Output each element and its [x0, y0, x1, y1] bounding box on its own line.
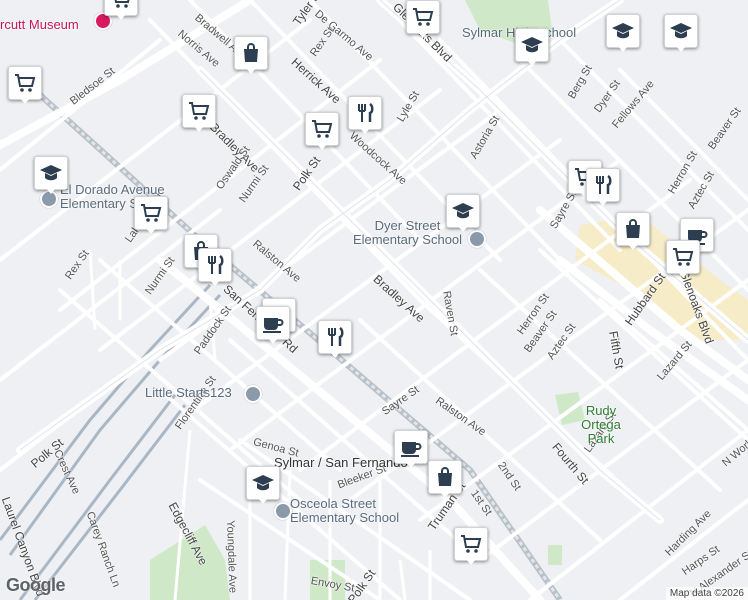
restaurant-marker[interactable]	[198, 248, 232, 288]
graduation-cap-icon	[670, 23, 692, 39]
shopping-cart-icon	[189, 102, 210, 120]
shopping-cart-marker[interactable]	[104, 0, 138, 22]
fork-knife-icon	[208, 254, 224, 274]
cafe-marker[interactable]	[256, 306, 290, 346]
restaurant-marker[interactable]	[348, 96, 382, 136]
shopping-bag-icon	[626, 219, 640, 238]
graduation-cap-icon	[40, 165, 62, 181]
little-starts-pin[interactable]	[244, 385, 262, 403]
osceola-label[interactable]: Osceola Street Elementary School	[290, 497, 420, 525]
shopping-cart-marker[interactable]	[454, 527, 488, 567]
coffee-cup-icon	[401, 442, 422, 457]
shopping-cart-marker[interactable]	[134, 196, 168, 236]
coffee-cup-icon	[263, 318, 284, 333]
station-label[interactable]: Sylmar / San Fernando	[274, 456, 408, 470]
shopping-cart-icon	[15, 74, 36, 92]
school-marker[interactable]	[515, 28, 549, 68]
shopping-cart-marker[interactable]	[8, 66, 42, 106]
school-marker[interactable]	[664, 14, 698, 54]
shopping-bag-marker[interactable]	[234, 36, 268, 76]
shopping-cart-marker[interactable]	[406, 0, 440, 40]
school-marker[interactable]	[34, 156, 68, 196]
shopping-cart-icon	[114, 0, 130, 8]
restaurant-marker[interactable]	[586, 168, 620, 208]
shopping-cart-marker[interactable]	[666, 240, 700, 280]
fork-knife-icon	[596, 174, 612, 194]
google-logo: Google	[6, 575, 66, 595]
rudy-ortega-label[interactable]: Rudy Ortega Park	[566, 404, 636, 446]
shopping-bag-marker[interactable]	[616, 212, 650, 252]
school-marker[interactable]	[446, 194, 480, 234]
shopping-cart-icon	[673, 248, 694, 266]
little-starts-label[interactable]: Little Starts123	[145, 386, 232, 400]
street-label: Youngdale Ave	[224, 520, 239, 594]
shopping-bag-marker[interactable]	[428, 460, 462, 500]
shopping-cart-icon	[461, 535, 482, 553]
fork-knife-icon	[328, 326, 344, 346]
graduation-cap-icon	[252, 475, 274, 491]
cafe-marker[interactable]	[394, 430, 428, 470]
el-dorado-label[interactable]: El Dorado Avenue Elementary School	[60, 183, 190, 211]
graduation-cap-icon	[521, 37, 543, 53]
graduation-cap-icon	[612, 23, 634, 39]
shopping-cart-marker[interactable]	[305, 112, 339, 152]
school-marker[interactable]	[246, 466, 280, 506]
graduation-cap-icon	[452, 203, 474, 219]
map-canvas[interactable]: Bledsoe St Norris Ave Bradwell Ave Tyler…	[0, 0, 748, 600]
shopping-cart-marker[interactable]	[182, 94, 216, 134]
school-marker[interactable]	[606, 14, 640, 54]
shopping-bag-icon	[438, 467, 452, 486]
shopping-cart-icon	[312, 120, 333, 138]
shopping-cart-icon	[141, 204, 162, 222]
shopping-cart-icon	[413, 8, 434, 26]
restaurant-marker[interactable]	[318, 320, 352, 360]
map-attribution[interactable]: Map data ©2026	[665, 587, 748, 600]
fork-knife-icon	[358, 102, 374, 122]
shopping-bag-icon	[244, 43, 258, 62]
museum-label[interactable]: rcutt Museum	[0, 18, 79, 32]
